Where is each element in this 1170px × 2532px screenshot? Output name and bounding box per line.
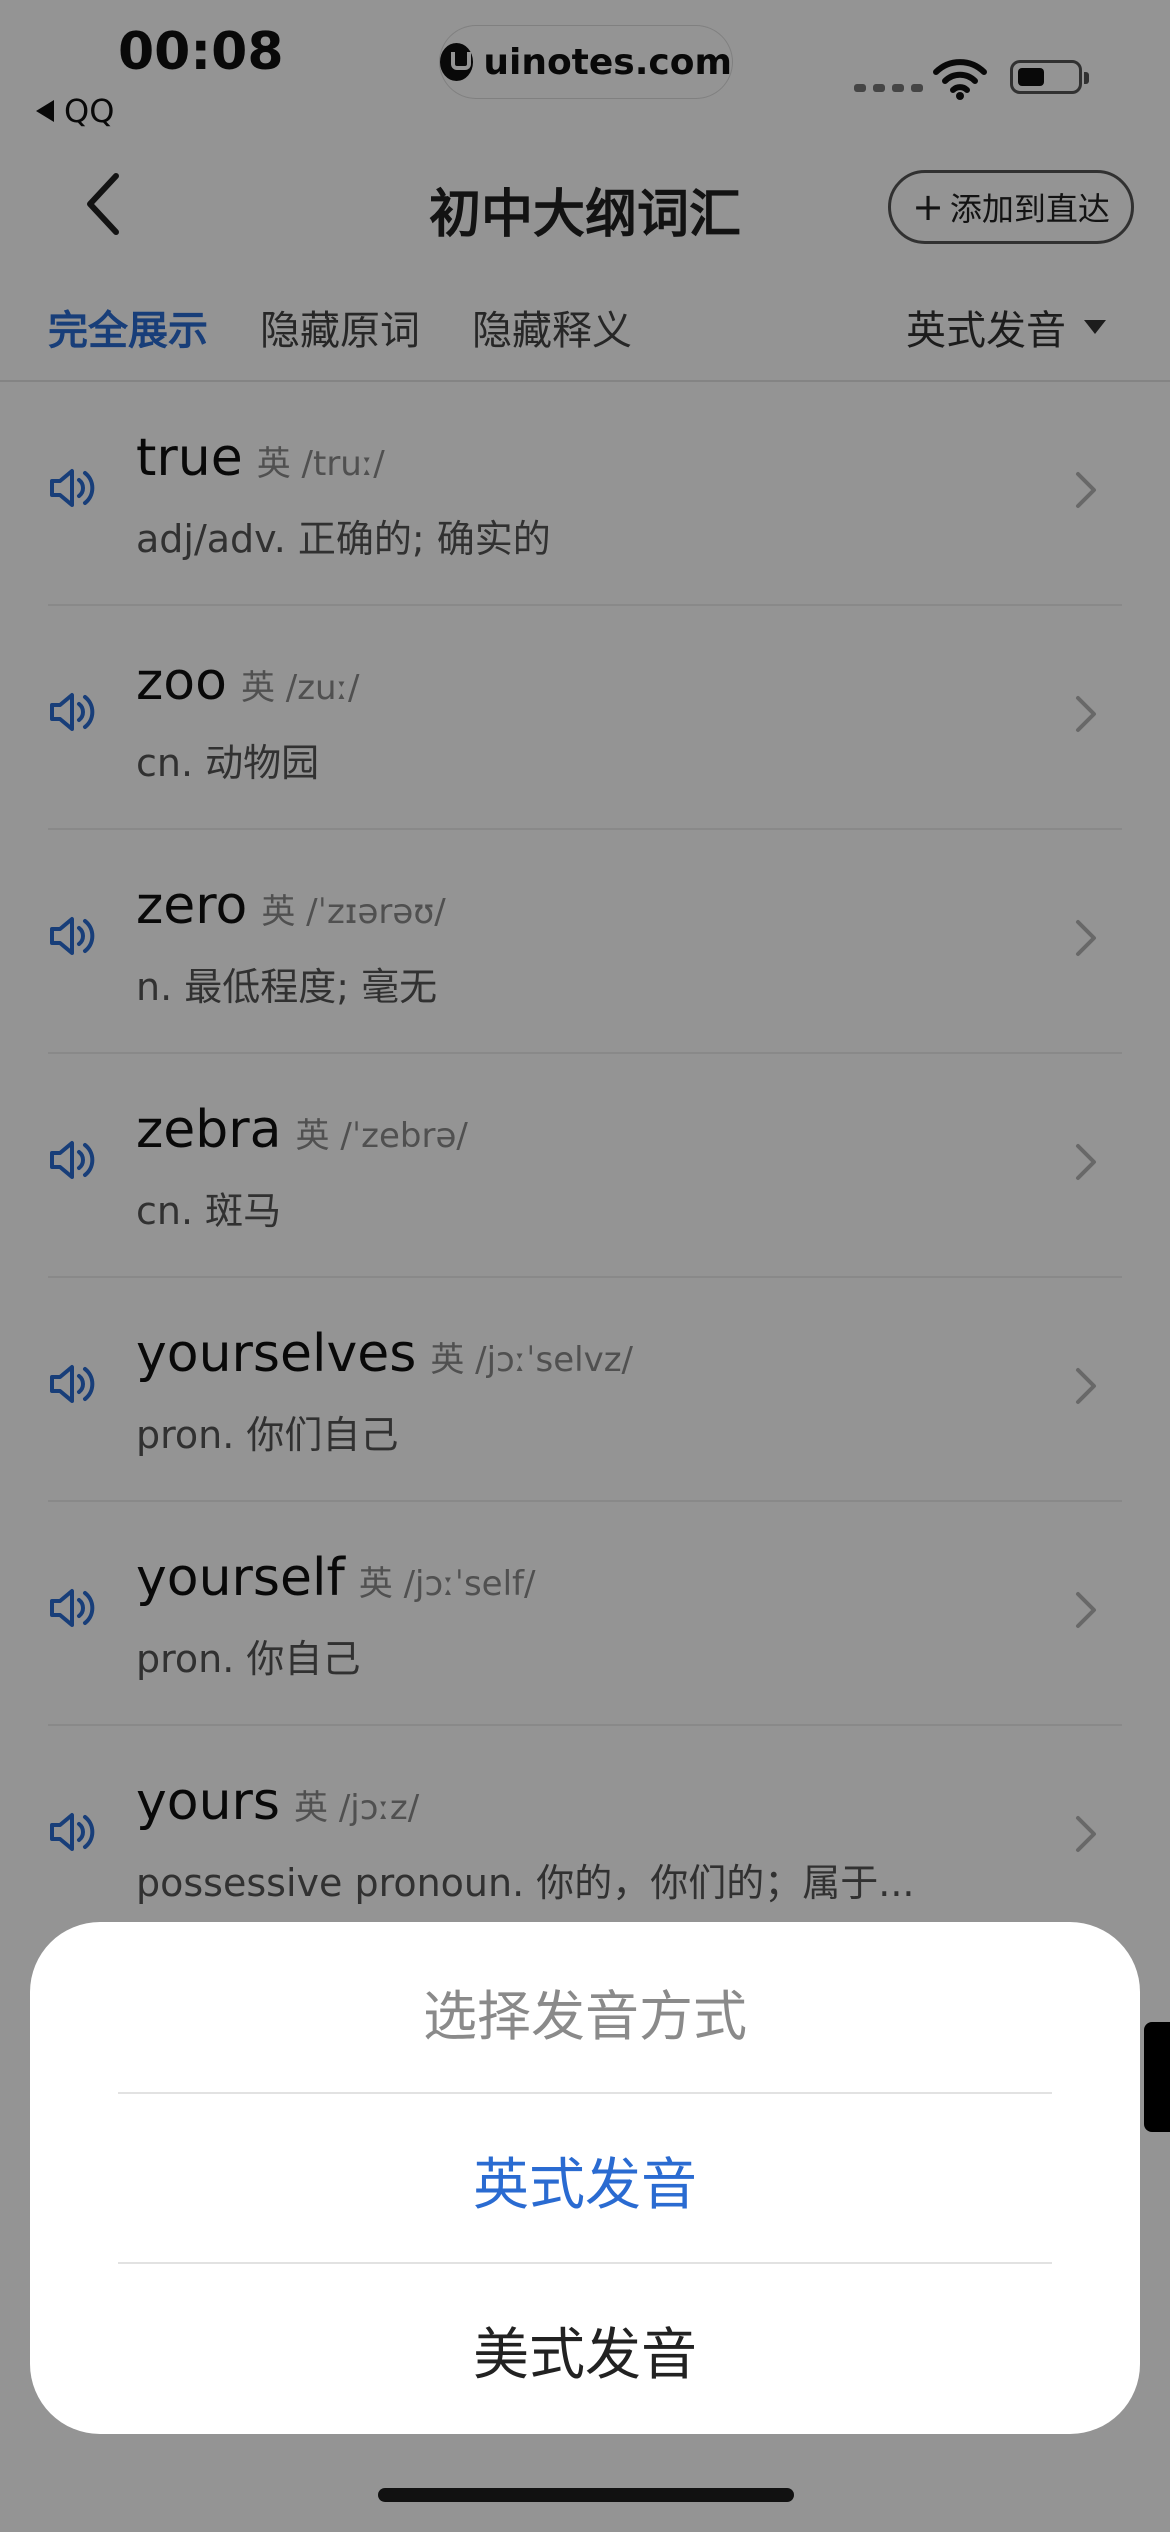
sheet-divider [118,2092,1052,2094]
sheet-title: 选择发音方式 [423,1985,747,2048]
option-american-pronunciation[interactable]: 美式发音 [30,2310,1140,2391]
option-british-pronunciation[interactable]: 英式发音 [30,2140,1140,2221]
home-indicator[interactable] [378,2488,794,2502]
sheet-divider [118,2262,1052,2264]
pronunciation-action-sheet: 选择发音方式 英式发音 美式发音 [30,1922,1140,2434]
